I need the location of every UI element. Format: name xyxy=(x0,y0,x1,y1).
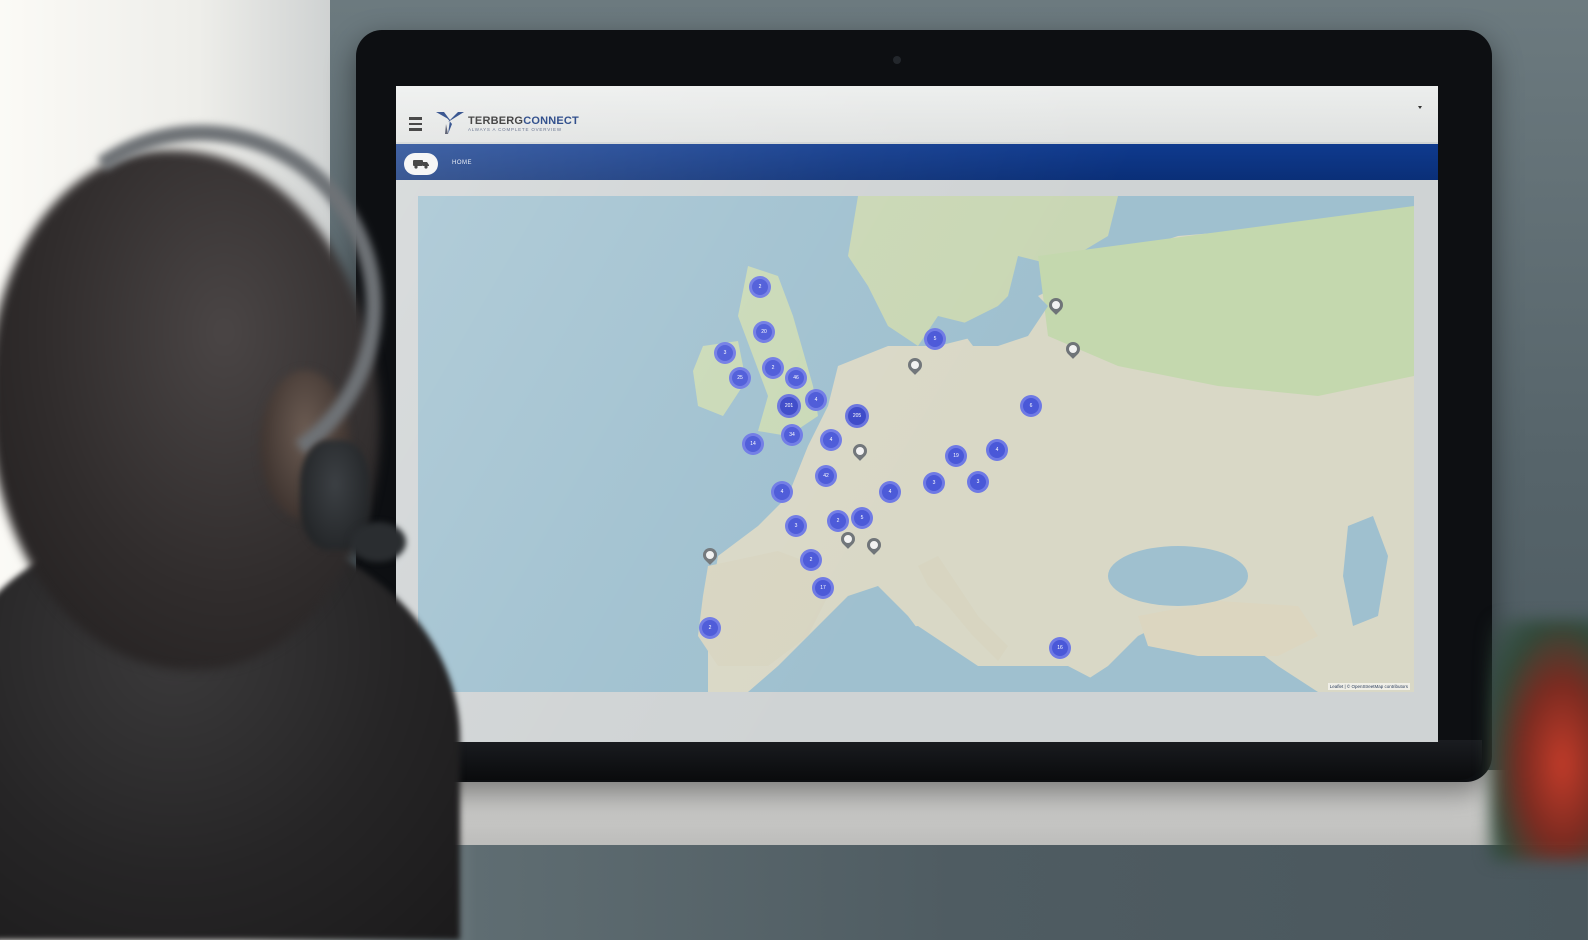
vehicle-cluster[interactable]: 3 xyxy=(923,472,945,494)
truck-icon xyxy=(413,160,429,169)
fleet-map[interactable]: 2 20 3 2 25 46 201 4 14 34 205 4 42 4 3 … xyxy=(418,196,1414,692)
vehicle-cluster[interactable]: 46 xyxy=(785,367,807,389)
vehicle-cluster[interactable]: 3 xyxy=(785,515,807,537)
app-topbar: TERBERGCONNECT ALWAYS A COMPLETE OVERVIE… xyxy=(396,86,1438,142)
menu-icon[interactable] xyxy=(406,114,426,134)
terberg-logo-icon xyxy=(436,112,464,134)
vehicle-cluster[interactable]: 5 xyxy=(851,507,873,529)
brand-logo[interactable]: TERBERGCONNECT ALWAYS A COMPLETE OVERVIE… xyxy=(436,108,579,138)
vehicle-cluster[interactable]: 4 xyxy=(771,481,793,503)
vehicle-cluster[interactable]: 6 xyxy=(1020,395,1042,417)
user-menu-caret-icon[interactable] xyxy=(1418,106,1422,109)
screen: TERBERGCONNECT ALWAYS A COMPLETE OVERVIE… xyxy=(396,86,1438,742)
vehicle-cluster[interactable]: 2 xyxy=(762,357,784,379)
brand-name: TERBERGCONNECT xyxy=(468,114,579,127)
nav-bar: HOME xyxy=(396,144,1438,180)
vehicle-cluster[interactable]: 4 xyxy=(820,429,842,451)
vehicle-cluster[interactable]: 205 xyxy=(845,404,869,428)
monitor-chin xyxy=(372,740,1482,780)
vehicle-cluster[interactable]: 5 xyxy=(924,328,946,350)
vehicle-cluster[interactable]: 25 xyxy=(729,367,751,389)
map-tiles xyxy=(418,196,1414,692)
brand-tagline: ALWAYS A COMPLETE OVERVIEW xyxy=(468,126,562,132)
vehicle-cluster[interactable]: 3 xyxy=(714,342,736,364)
vehicle-cluster[interactable]: 3 xyxy=(967,471,989,493)
vehicle-cluster[interactable]: 14 xyxy=(742,433,764,455)
map-attribution[interactable]: Leaflet | © OpenStreetMap contributors xyxy=(1327,683,1410,690)
vehicle-cluster[interactable]: 2 xyxy=(827,510,849,532)
vehicle-cluster[interactable]: 20 xyxy=(753,321,775,343)
vehicle-cluster[interactable]: 2 xyxy=(800,549,822,571)
background-object xyxy=(1490,620,1588,860)
vehicle-cluster[interactable]: 19 xyxy=(945,445,967,467)
vehicle-cluster[interactable]: 201 xyxy=(777,394,801,418)
vehicle-cluster[interactable]: 2 xyxy=(749,276,771,298)
vehicle-cluster[interactable]: 2 xyxy=(699,617,721,639)
vehicle-button[interactable] xyxy=(404,153,438,175)
vehicle-cluster[interactable]: 4 xyxy=(805,389,827,411)
nav-home-link[interactable]: HOME xyxy=(452,160,472,166)
vehicle-cluster[interactable]: 17 xyxy=(812,577,834,599)
headset-mic-icon xyxy=(350,522,406,562)
vehicle-cluster[interactable]: 16 xyxy=(1049,637,1071,659)
vehicle-cluster[interactable]: 42 xyxy=(815,465,837,487)
vehicle-cluster[interactable]: 4 xyxy=(986,439,1008,461)
vehicle-cluster[interactable]: 34 xyxy=(781,424,803,446)
vehicle-cluster[interactable]: 4 xyxy=(879,481,901,503)
webcam-icon xyxy=(893,56,901,64)
